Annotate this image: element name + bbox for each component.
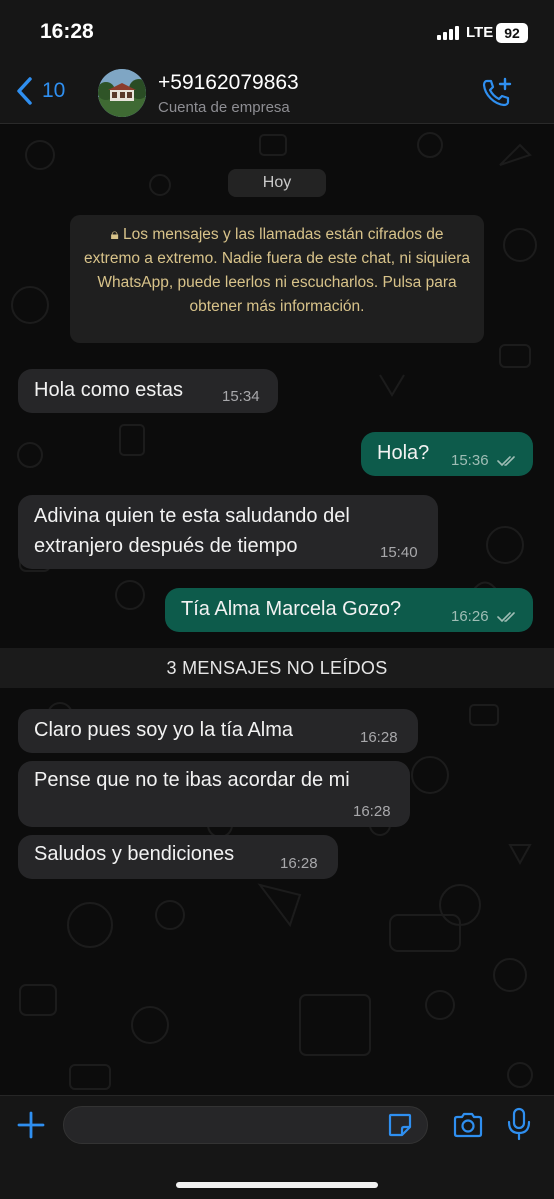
chat-header: 10 +59162079863 Cuenta de empresa	[0, 62, 554, 124]
contact-name[interactable]: +59162079863	[158, 71, 299, 95]
chat-area[interactable]: Hoy 🔒︎ Los mensajes y las llamadas están…	[0, 125, 554, 1095]
double-check-icon	[496, 456, 515, 467]
double-check-icon	[496, 612, 515, 623]
encryption-notice[interactable]: 🔒︎ Los mensajes y las llamadas están cif…	[70, 215, 484, 343]
message-text: Pense que no te ibas acordar de mi	[34, 769, 350, 791]
avatar[interactable]	[98, 69, 146, 117]
message-time-wrapper: 15:36	[451, 452, 519, 469]
message-text: Hola como estas	[34, 379, 183, 401]
status-bar: 16:28 LTE 92	[0, 0, 554, 62]
status-time: 16:28	[40, 20, 94, 43]
message-time: 16:28	[280, 855, 318, 872]
message-text: Hola?	[377, 442, 430, 464]
lock-icon: 🔒︎	[110, 226, 119, 243]
message-time: 16:26	[451, 608, 489, 625]
message-bubble-incoming[interactable]: Claro pues soy yo la tía Alma 16:28	[18, 709, 418, 753]
message-text-line: extranjero después de tiempo	[34, 535, 298, 557]
plus-icon[interactable]	[16, 1110, 46, 1140]
message-input[interactable]	[78, 1107, 378, 1143]
message-time: 15:34	[222, 388, 260, 405]
network-type: LTE	[466, 24, 494, 41]
message-input-wrapper[interactable]	[63, 1106, 428, 1144]
avatar-image	[98, 69, 146, 117]
message-bubble-incoming[interactable]: Saludos y bendiciones 16:28	[18, 835, 338, 879]
camera-icon[interactable]	[452, 1110, 484, 1140]
message-text: Tía Alma Marcela Gozo?	[181, 598, 402, 620]
message-time: 15:36	[451, 452, 489, 469]
message-bubble-incoming[interactable]: Hola como estas 15:34	[18, 369, 278, 413]
message-bubble-outgoing[interactable]: Tía Alma Marcela Gozo? 16:26	[165, 588, 533, 632]
add-call-icon[interactable]	[480, 76, 514, 110]
sticker-icon[interactable]	[387, 1112, 413, 1138]
message-bubble-incoming[interactable]: Pense que no te ibas acordar de mi 16:28	[18, 761, 410, 827]
message-bubble-outgoing[interactable]: Hola? 15:36	[361, 432, 533, 476]
contact-subtitle: Cuenta de empresa	[158, 99, 290, 116]
encryption-notice-text: Los mensajes y las llamadas están cifrad…	[84, 226, 470, 315]
message-text: Saludos y bendiciones	[34, 843, 235, 865]
chevron-left-icon	[17, 77, 32, 105]
message-time: 16:28	[353, 803, 391, 820]
unread-messages-separator: 3 MENSAJES NO LEÍDOS	[0, 648, 554, 688]
message-bubble-incoming[interactable]: Adivina quien te esta saludando del extr…	[18, 495, 438, 569]
microphone-icon[interactable]	[506, 1107, 532, 1141]
day-separator: Hoy	[228, 169, 326, 197]
home-indicator	[176, 1182, 378, 1188]
message-text: Claro pues soy yo la tía Alma	[34, 719, 294, 741]
signal-icon	[437, 26, 459, 40]
message-time: 15:40	[380, 544, 418, 561]
message-text-line: Adivina quien te esta saludando del	[34, 505, 350, 527]
message-time: 16:28	[360, 729, 398, 746]
back-button[interactable]: 10	[14, 76, 65, 106]
battery-indicator: 92	[496, 23, 528, 43]
unread-chats-count: 10	[42, 79, 66, 102]
composer-bar	[0, 1095, 554, 1199]
message-time-wrapper: 16:26	[451, 608, 519, 625]
